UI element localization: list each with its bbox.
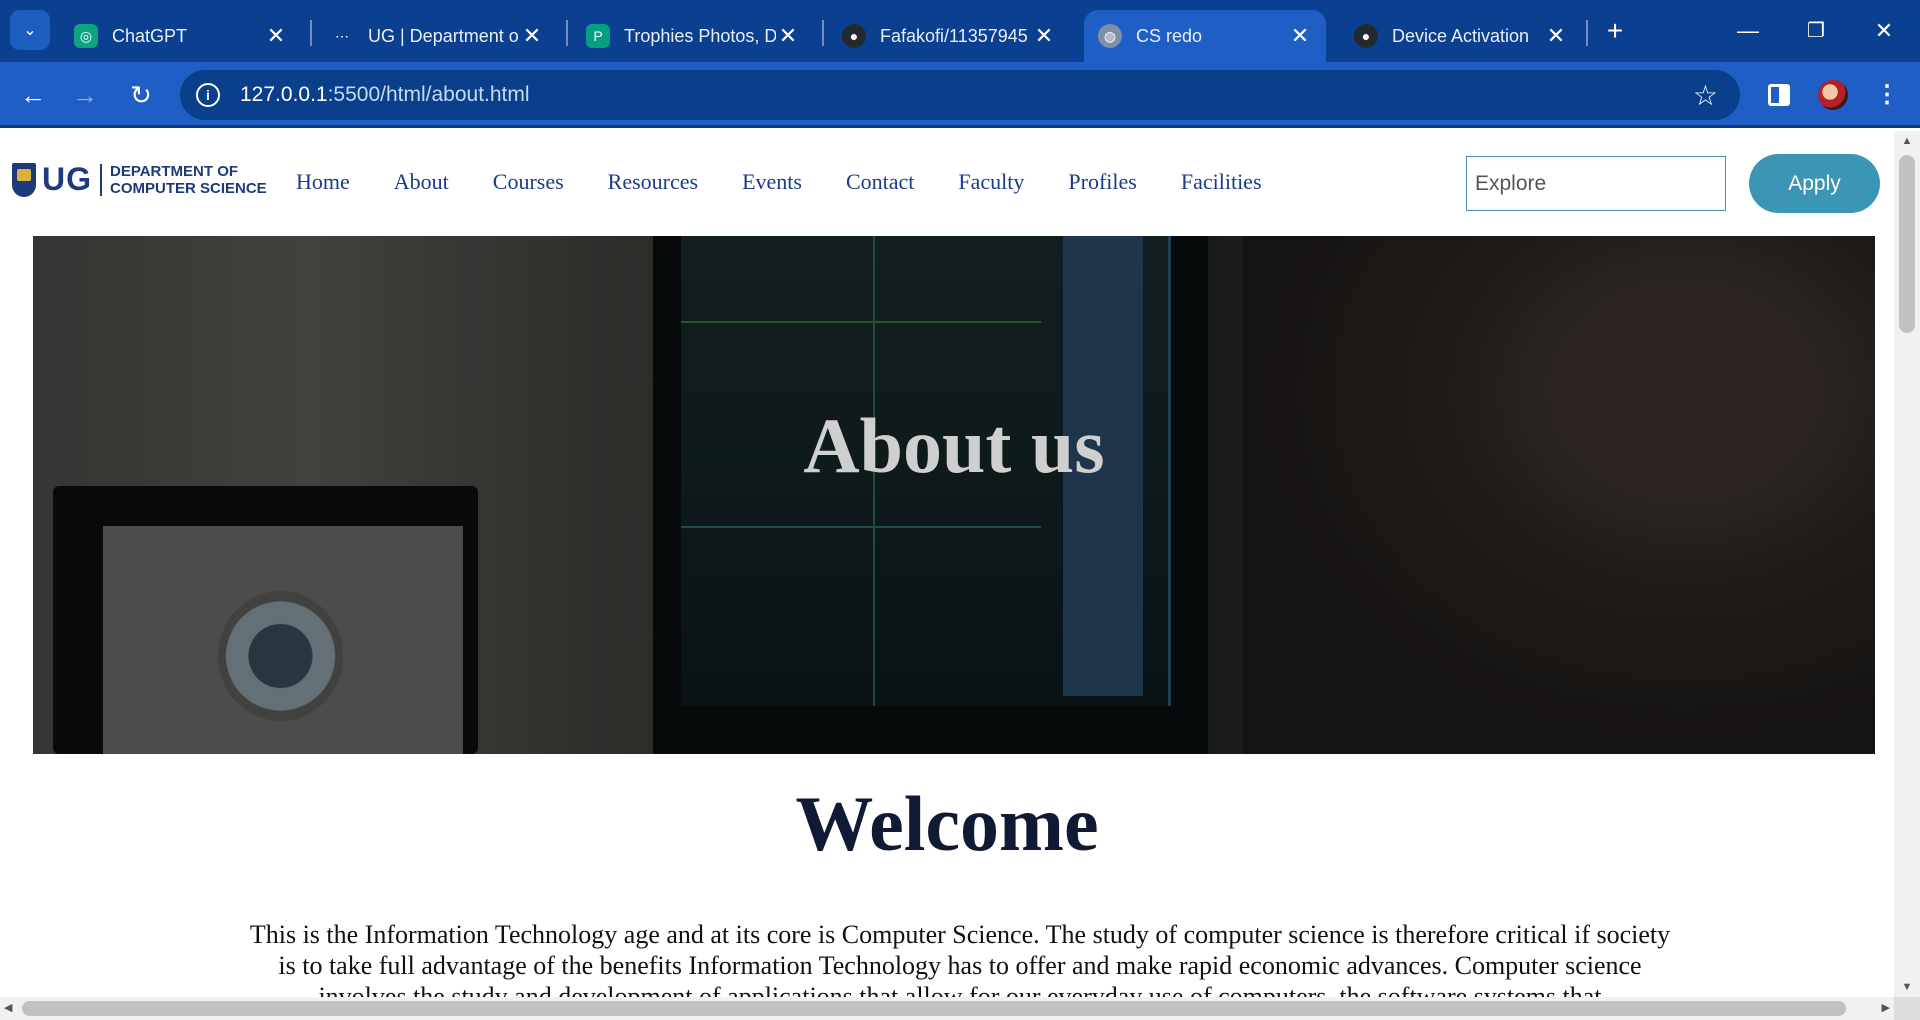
browser-tab[interactable]: ◎ ChatGPT ✕ [60,10,302,62]
tab-title: UG | Department o [368,25,519,46]
tab-title: Device Activation [1392,25,1530,46]
browser-tabstrip: ⌄ ◎ ChatGPT ✕ ⋯ UG | Department o ✕ P Tr… [0,0,1920,62]
reload-icon[interactable]: ↻ [124,78,158,112]
browser-toolbar: ← → ↻ i 127.0.0.1:5500/html/about.html ☆… [0,62,1920,128]
logo-divider [100,163,102,196]
page-viewport: UG DEPARTMENT OF COMPUTER SCIENCE Home A… [0,131,1894,997]
url-path: :5500/html/about.html [327,83,530,106]
close-icon[interactable]: ✕ [776,23,800,49]
logo-line-2: COMPUTER SCIENCE [110,179,267,197]
tab-title: Fafakofi/11357945 [880,25,1028,46]
vertical-scroll-thumb[interactable] [1899,155,1915,333]
tab-title: ChatGPT [112,25,188,46]
logo-line-1: DEPARTMENT OF [110,162,239,180]
address-bar[interactable]: i 127.0.0.1:5500/html/about.html ☆ [180,70,1740,120]
scroll-down-arrow-icon[interactable]: ▼ [1894,981,1920,993]
search-input[interactable] [1466,156,1726,211]
kebab-menu-icon[interactable]: ⋮ [1870,78,1904,112]
scroll-up-arrow-icon[interactable]: ▲ [1894,135,1920,147]
hero-title: About us [803,402,1105,489]
nav-link-events[interactable]: Events [742,169,802,195]
nav-link-contact[interactable]: Contact [846,169,914,195]
pexels-icon: P [586,24,610,48]
close-icon[interactable]: ✕ [520,23,544,49]
intro-paragraph: This is the Information Technology age a… [249,920,1671,997]
github-icon: ● [1354,24,1378,48]
hero-banner: About us [33,236,1875,754]
apply-button[interactable]: Apply [1749,154,1880,213]
browser-tab[interactable]: ● Device Activation ✕ [1340,10,1582,62]
close-icon[interactable]: ✕ [1544,23,1568,49]
side-panel-icon [1768,84,1790,106]
profile-button[interactable] [1816,78,1850,112]
logo-text: DEPARTMENT OF COMPUTER SCIENCE [110,163,267,197]
nav-link-profiles[interactable]: Profiles [1068,169,1136,195]
vertical-scrollbar[interactable]: ▲ ▼ [1894,131,1920,997]
browser-tab-active[interactable]: ◍ CS redo ✕ [1084,10,1326,62]
info-icon[interactable]: i [196,83,220,107]
github-icon: ● [842,24,866,48]
tab-title: Trophies Photos, D [624,25,776,46]
browser-tab[interactable]: P Trophies Photos, D ✕ [572,10,814,62]
tab-separator [1586,20,1588,46]
tab-separator [566,20,568,46]
scrollbar-corner [1894,997,1920,1020]
logo-abbr: UG [42,161,92,197]
avatar [1818,80,1848,110]
side-panel-button[interactable] [1762,78,1796,112]
bookmark-star-icon[interactable]: ☆ [1693,79,1718,112]
new-tab-button[interactable]: + [1598,14,1632,48]
site-header: UG DEPARTMENT OF COMPUTER SCIENCE Home A… [0,131,1894,236]
tab-title: CS redo [1136,25,1203,46]
forward-arrow-icon[interactable]: → [68,78,102,112]
close-icon[interactable]: ✕ [1288,23,1312,49]
nav-link-resources[interactable]: Resources [608,169,698,195]
close-icon[interactable]: ✕ [1032,23,1056,49]
browser-tab[interactable]: ● Fafakofi/11357945 ✕ [828,10,1070,62]
nav-link-about[interactable]: About [394,169,449,195]
tab-separator [822,20,824,46]
close-icon[interactable]: ✕ [264,23,288,49]
nav-link-courses[interactable]: Courses [493,169,564,195]
tab-separator [310,20,312,46]
scroll-left-arrow-icon[interactable]: ◀ [4,1001,12,1014]
horizontal-scroll-thumb[interactable] [22,1001,1846,1016]
nav-link-faculty[interactable]: Faculty [958,169,1024,195]
horizontal-scrollbar[interactable]: ◀ ▶ [0,997,1894,1020]
nav-link-facilities[interactable]: Facilities [1181,169,1262,195]
url-host: 127.0.0.1 [240,83,328,106]
hero-overlay [33,236,1875,754]
browser-tab[interactable]: ⋯ UG | Department o ✕ [316,10,558,62]
minimize-icon[interactable]: — [1728,14,1768,48]
back-arrow-icon[interactable]: ← [16,78,50,112]
scroll-right-arrow-icon[interactable]: ▶ [1882,1001,1890,1014]
restore-icon[interactable]: ❐ [1796,14,1836,48]
chevron-down-icon: ⌄ [23,22,37,39]
main-nav: Home About Courses Resources Events Cont… [296,169,1306,195]
nav-link-home[interactable]: Home [296,169,350,195]
crest-icon [12,162,36,197]
ug-icon: ⋯ [330,24,354,48]
site-logo[interactable]: UG DEPARTMENT OF COMPUTER SCIENCE [12,161,267,198]
welcome-heading: Welcome [795,780,1099,867]
globe-icon: ◍ [1098,24,1122,48]
window-close-icon[interactable]: ✕ [1864,14,1904,48]
chatgpt-icon: ◎ [74,24,98,48]
tab-search-button[interactable]: ⌄ [10,10,50,50]
